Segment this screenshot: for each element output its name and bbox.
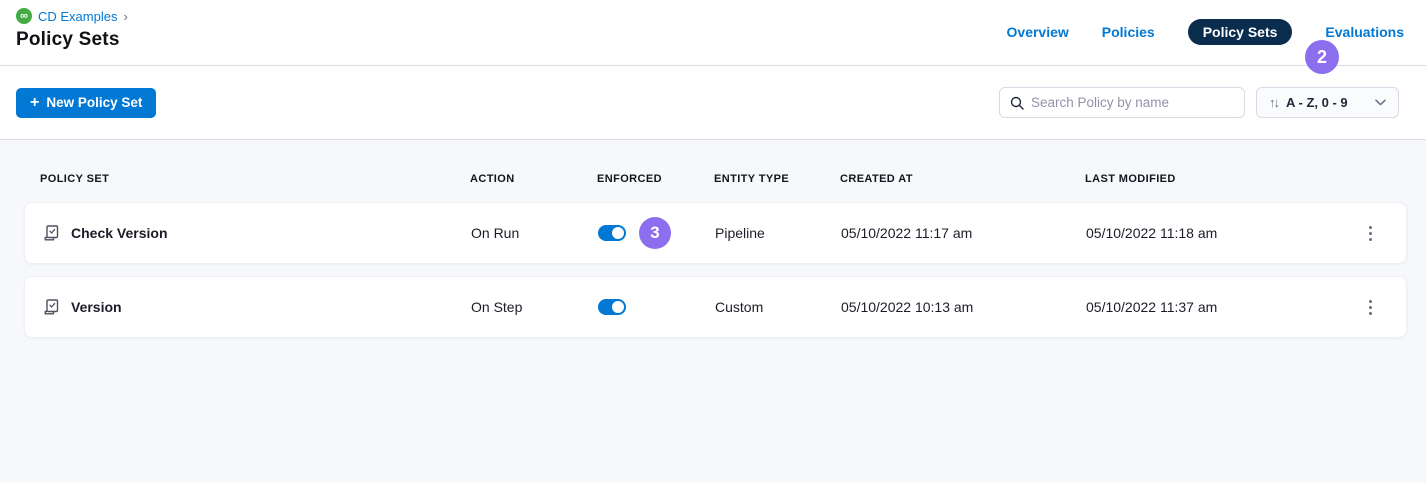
action-cell: On Step <box>471 299 598 315</box>
policy-set-name: Check Version <box>71 225 168 241</box>
page-title: Policy Sets <box>16 29 128 51</box>
sort-arrows-icon: ↑↓ <box>1269 95 1278 110</box>
toolbar: + New Policy Set ↑↓ A - Z, 0 - 9 <box>0 66 1426 140</box>
table-row[interactable]: Check Version On Run 3 Pipeline 05/10/20… <box>24 202 1407 264</box>
policy-set-name-cell: Check Version <box>41 223 471 243</box>
policy-set-name: Version <box>71 299 122 315</box>
search-icon <box>1010 96 1024 110</box>
last-modified-cell: 05/10/2022 11:18 am <box>1086 225 1350 241</box>
enforced-cell <box>598 299 715 315</box>
breadcrumb: ∞ CD Examples › <box>16 8 128 24</box>
search-input[interactable] <box>1031 95 1234 110</box>
table-row[interactable]: Version On Step Custom 05/10/2022 10:13 … <box>24 276 1407 338</box>
top-nav: Overview Policies Policy Sets Evaluation… <box>1007 19 1404 45</box>
created-at-cell: 05/10/2022 10:13 am <box>841 299 1086 315</box>
tab-overview[interactable]: Overview <box>1007 24 1069 40</box>
col-header-created-at: Created At <box>840 173 1085 185</box>
tab-evaluations[interactable]: Evaluations <box>1325 24 1404 40</box>
cd-module-icon: ∞ <box>16 8 32 24</box>
col-header-entity-type: Entity Type <box>714 173 840 185</box>
new-policy-set-button[interactable]: + New Policy Set <box>16 88 156 118</box>
policy-set-icon <box>41 223 61 243</box>
new-policy-set-button-label: New Policy Set <box>46 95 142 110</box>
tab-policies[interactable]: Policies <box>1102 24 1155 40</box>
sort-dropdown-value: A - Z, 0 - 9 <box>1286 95 1367 110</box>
table-header-row: Policy Set Action Enforced Entity Type C… <box>24 140 1407 202</box>
enforced-toggle[interactable] <box>598 225 626 241</box>
tab-policy-sets[interactable]: Policy Sets <box>1188 19 1293 45</box>
toolbar-right: ↑↓ A - Z, 0 - 9 <box>999 87 1399 118</box>
sort-dropdown[interactable]: ↑↓ A - Z, 0 - 9 <box>1256 87 1399 118</box>
col-header-action: Action <box>470 173 597 185</box>
entity-type-cell: Pipeline <box>715 225 841 241</box>
header-left: ∞ CD Examples › Policy Sets <box>16 8 128 51</box>
last-modified-cell: 05/10/2022 11:37 am <box>1086 299 1350 315</box>
policy-set-icon <box>41 297 61 317</box>
kebab-menu-icon[interactable] <box>1363 294 1378 321</box>
policy-set-name-cell: Version <box>41 297 471 317</box>
chevron-down-icon <box>1375 99 1386 106</box>
action-cell: On Run <box>471 225 598 241</box>
page-header: ∞ CD Examples › Policy Sets Overview Pol… <box>0 0 1426 66</box>
col-header-policy-set: Policy Set <box>40 173 470 185</box>
plus-icon: + <box>30 95 39 111</box>
policy-sets-table: Policy Set Action Enforced Entity Type C… <box>0 140 1426 483</box>
tutorial-step-badge-2: 2 <box>1305 40 1339 74</box>
col-header-last-modified: Last Modified <box>1085 173 1351 185</box>
chevron-right-icon: › <box>123 9 127 24</box>
col-header-enforced: Enforced <box>597 173 714 185</box>
kebab-menu-icon[interactable] <box>1363 220 1378 247</box>
tutorial-step-badge-3: 3 <box>639 217 671 249</box>
enforced-toggle[interactable] <box>598 299 626 315</box>
search-box <box>999 87 1245 118</box>
breadcrumb-project-link[interactable]: CD Examples <box>38 9 117 24</box>
entity-type-cell: Custom <box>715 299 841 315</box>
enforced-cell: 3 <box>598 217 715 249</box>
created-at-cell: 05/10/2022 11:17 am <box>841 225 1086 241</box>
